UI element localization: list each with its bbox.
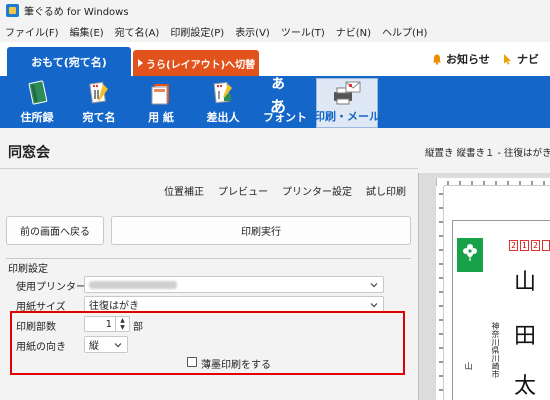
printer-mail-icon (332, 79, 362, 106)
preview-header: 縦置き 縦書き１ - 往復はがき (418, 128, 550, 173)
menu-navi[interactable]: ナビ(N) (336, 24, 371, 39)
menu-print-settings[interactable]: 印刷設定(P) (170, 24, 224, 39)
font-icon: ぁあ (270, 73, 300, 116)
zip-digit: 2 (531, 240, 540, 251)
paper-size-value: 往復はがき (89, 301, 139, 312)
printer-settings-link[interactable]: プリンター設定 (282, 183, 352, 198)
ruler-top (444, 178, 550, 186)
toolbar-print-mail[interactable]: 印刷・メール (314, 78, 380, 128)
test-print-link[interactable]: 試し印刷 (366, 183, 406, 198)
tab-switch-back-layout[interactable]: うら(レイアウト)へ切替 (133, 50, 259, 76)
navi-label: ナビ (517, 53, 539, 66)
paper-icon (146, 79, 176, 107)
toolbar-sender[interactable]: 差出人 (192, 78, 254, 128)
flower-icon (461, 242, 479, 262)
menu-tools[interactable]: ツール(T) (281, 24, 325, 39)
zip-digit (542, 240, 550, 251)
menu-help[interactable]: ヘルプ(H) (382, 24, 427, 39)
recipient-name-char: 太 (514, 374, 537, 399)
menu-view[interactable]: 表示(V) (235, 24, 270, 39)
notice-link[interactable]: お知らせ (432, 51, 490, 67)
toolbar-label: フォント (263, 111, 307, 124)
cursor-arrow-icon (503, 53, 513, 65)
notice-label: お知らせ (446, 53, 490, 66)
highlight-box (10, 311, 405, 375)
sender-icon (208, 79, 238, 107)
zip-digit: 2 (509, 240, 518, 251)
menu-edit[interactable]: 編集(E) (70, 24, 104, 39)
printer-select[interactable] (84, 276, 384, 293)
toolbar-address-book[interactable]: 住所録 (6, 78, 68, 128)
toolbar-address-card[interactable]: 宛て名 (68, 78, 130, 128)
zip-digit: 1 (520, 240, 529, 251)
toolbar-label: 印刷・メール (314, 110, 380, 123)
recipient-name-char: 田 (514, 324, 537, 349)
print-action-links: 位置補正 プレビュー プリンター設定 試し印刷 (150, 183, 406, 198)
printer-label: 使用プリンター (16, 282, 86, 293)
divider (0, 168, 418, 169)
print-settings-group-title: 印刷設定 (8, 260, 52, 275)
toolbar-label: 用 紙 (148, 111, 174, 124)
menu-address[interactable]: 宛て名(A) (115, 24, 160, 39)
recipient-address: 神奈川県川崎市 (491, 322, 500, 378)
printer-value-blurred (89, 280, 177, 289)
toolbar-paper[interactable]: 用 紙 (130, 78, 192, 128)
bell-icon (432, 54, 442, 65)
ruler-left (436, 186, 444, 400)
tab-front-address[interactable]: おもて(宛て名) (7, 47, 131, 76)
back-button[interactable]: 前の画面へ戻る (6, 216, 104, 245)
menu-bar: ファイル(F) 編集(E) 宛て名(A) 印刷設定(P) 表示(V) ツール(T… (0, 20, 550, 42)
main-toolbar: 住所録 宛て名 用 紙 差出人 ぁあ フォント 印刷・メール (0, 73, 550, 128)
window-title: 筆ぐるめ for Windows (24, 6, 129, 18)
address-card-icon (84, 79, 114, 107)
app-icon (6, 3, 19, 17)
navi-link[interactable]: ナビ (503, 51, 539, 67)
recipient-name-char: 山 (514, 270, 537, 295)
triangle-right-icon (138, 59, 143, 67)
toolbar-label: 住所録 (20, 111, 54, 124)
menu-file[interactable]: ファイル(F) (5, 24, 59, 39)
preview-link[interactable]: プレビュー (218, 183, 268, 198)
position-correction-link[interactable]: 位置補正 (164, 183, 204, 198)
title-bar: 筆ぐるめ for Windows (0, 0, 550, 20)
tab-switch-label: うら(レイアウト)へ切替 (146, 59, 256, 71)
toolbar-label: 宛て名 (82, 111, 116, 124)
chevron-down-icon (369, 280, 379, 290)
toolbar-font[interactable]: ぁあ フォント (254, 73, 316, 128)
toolbar-label: 差出人 (206, 111, 240, 124)
print-execute-button[interactable]: 印刷実行 (111, 216, 411, 245)
sender-name-char: 山 (464, 362, 473, 370)
chevron-down-icon (369, 300, 379, 310)
page-title: 同窓会 (8, 145, 50, 161)
address-book-icon (22, 79, 52, 107)
